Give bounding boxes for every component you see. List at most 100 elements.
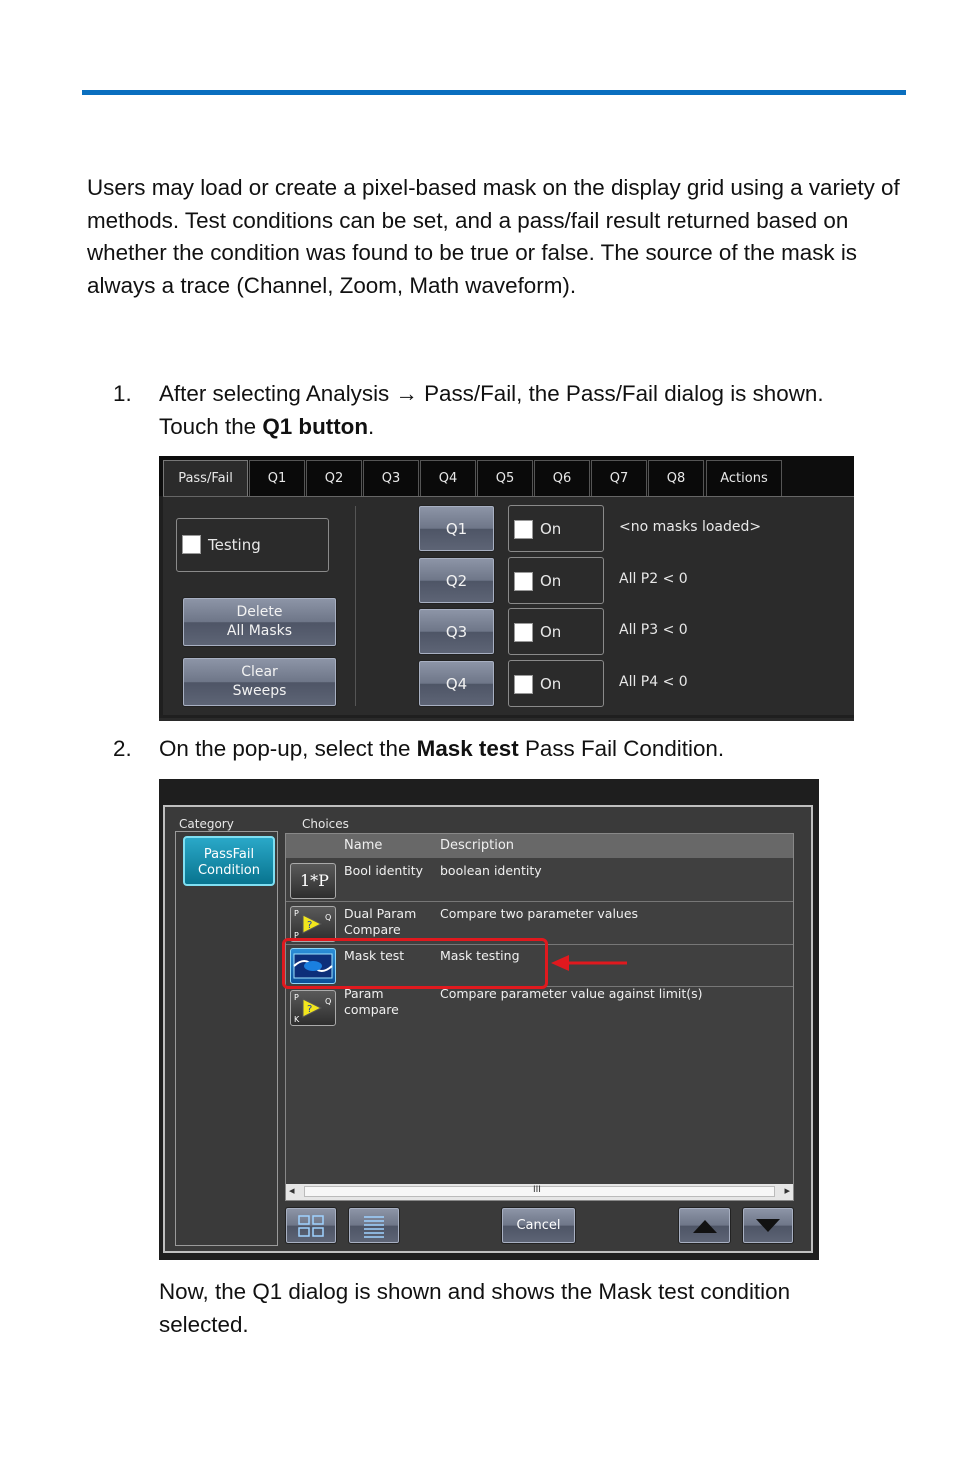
q3-on-label: On bbox=[540, 623, 562, 641]
step-text: After selecting Analysis → Pass/Fail, th… bbox=[159, 381, 824, 439]
tab-passfail[interactable]: Pass/Fail bbox=[163, 460, 248, 496]
step-text: On the pop-up, select the bbox=[159, 736, 417, 761]
scroll-down-button[interactable] bbox=[742, 1207, 794, 1244]
clear-sweeps-button[interactable]: Clear Sweeps bbox=[182, 657, 337, 707]
mask-test-highlight bbox=[282, 938, 548, 989]
scroll-right-icon[interactable]: ▸ bbox=[784, 1184, 790, 1197]
bool-identity-icon: 1*P bbox=[290, 863, 336, 899]
choice-row-bool-identity[interactable]: 1*P Bool identity boolean identity bbox=[286, 859, 793, 902]
choice-name-line: compare bbox=[344, 1002, 399, 1017]
category-label: Category bbox=[179, 817, 234, 831]
tab-bar: Pass/Fail Q1 Q2 Q3 Q4 Q5 Q6 Q7 Q8 Action… bbox=[159, 456, 854, 496]
choices-header: Name Description bbox=[286, 834, 793, 858]
choice-description: Compare two parameter values bbox=[440, 906, 639, 921]
q4-on-checkbox[interactable]: On bbox=[508, 660, 604, 707]
sweeps-label: Sweeps bbox=[232, 683, 287, 699]
param-compare-glyph: ? P K Q bbox=[294, 993, 331, 1024]
dual-param-icon: ? P P Q bbox=[290, 906, 336, 942]
q1-button[interactable]: Q1 bbox=[418, 505, 495, 552]
description-column-header: Description bbox=[440, 838, 515, 853]
choice-description: boolean identity bbox=[440, 863, 542, 878]
choice-name-line: Compare bbox=[344, 922, 401, 937]
red-arrow-icon bbox=[551, 955, 627, 971]
scroll-grip: III bbox=[533, 1185, 541, 1195]
tab-q8[interactable]: Q8 bbox=[648, 460, 704, 496]
bool-icon-text: 1*P bbox=[300, 871, 329, 890]
q4-on-box[interactable] bbox=[514, 675, 533, 694]
choices-list: Name Description 1*P Bool identity boole… bbox=[285, 833, 794, 1201]
passfail-dialog-screenshot: Pass/Fail Q1 Q2 Q3 Q4 Q5 Q6 Q7 Q8 Action… bbox=[159, 456, 854, 721]
q2-on-checkbox[interactable]: On bbox=[508, 557, 604, 604]
up-arrow-icon bbox=[692, 1219, 717, 1233]
step-1: 1. After selecting Analysis → Pass/Fail,… bbox=[113, 378, 913, 444]
tab-q1[interactable]: Q1 bbox=[249, 460, 305, 496]
grid-view-button[interactable] bbox=[285, 1207, 337, 1244]
tab-q5[interactable]: Q5 bbox=[477, 460, 533, 496]
category-line-2: Condition bbox=[197, 863, 261, 878]
svg-text:P: P bbox=[294, 993, 299, 1002]
tab-q6[interactable]: Q6 bbox=[534, 460, 590, 496]
condition-popup-screenshot: Category Choices PassFail Condition Name… bbox=[159, 779, 819, 1260]
list-view-button[interactable] bbox=[348, 1207, 400, 1244]
choice-name: Bool identity bbox=[344, 863, 423, 879]
testing-checkbox[interactable]: Testing bbox=[176, 518, 329, 572]
intro-paragraph: Users may load or create a pixel-based m… bbox=[87, 175, 900, 298]
svg-text:?: ? bbox=[307, 1004, 312, 1015]
choice-name: Param compare bbox=[344, 986, 399, 1018]
scroll-thumb[interactable]: III bbox=[304, 1185, 775, 1197]
q3-on-checkbox[interactable]: On bbox=[508, 608, 604, 655]
choice-name-line: Dual Param bbox=[344, 906, 417, 921]
q2-on-label: On bbox=[540, 572, 562, 590]
choice-name-line: Bool identity bbox=[344, 863, 424, 878]
category-column bbox=[175, 831, 278, 1246]
q4-button[interactable]: Q4 bbox=[418, 660, 495, 707]
grid-view-icon bbox=[298, 1214, 324, 1237]
scroll-up-button[interactable] bbox=[678, 1207, 731, 1244]
q2-on-box[interactable] bbox=[514, 572, 533, 591]
testing-label: Testing bbox=[208, 536, 261, 554]
q3-on-box[interactable] bbox=[514, 623, 533, 642]
q1-on-label: On bbox=[540, 520, 562, 538]
q2-description: All P2 < 0 bbox=[619, 571, 688, 587]
q1-on-box[interactable] bbox=[514, 520, 533, 539]
tab-q2[interactable]: Q2 bbox=[306, 460, 362, 496]
q3-button[interactable]: Q3 bbox=[418, 608, 495, 655]
dual-param-glyph: ? P P Q bbox=[294, 909, 331, 940]
step-2: 2. On the pop-up, select the Mask test P… bbox=[113, 733, 913, 767]
q2-button[interactable]: Q2 bbox=[418, 557, 495, 604]
step-number: 2. bbox=[113, 736, 132, 761]
q1-description: <no masks loaded> bbox=[619, 519, 762, 535]
tab-actions[interactable]: Actions bbox=[706, 460, 782, 496]
delete-label: Delete bbox=[236, 604, 283, 620]
horizontal-scrollbar[interactable]: ◂ III ▸ bbox=[286, 1184, 793, 1200]
choice-row-param-compare[interactable]: ? P K Q Param compare Compare parameter … bbox=[286, 986, 793, 1028]
svg-text:P: P bbox=[294, 909, 299, 918]
tab-q4[interactable]: Q4 bbox=[420, 460, 476, 496]
svg-text:Q: Q bbox=[325, 913, 331, 922]
q4-on-label: On bbox=[540, 675, 562, 693]
step-bold: Q1 button bbox=[262, 413, 369, 439]
step-text-end: . bbox=[368, 413, 375, 439]
closing-paragraph: Now, the Q1 dialog is shown and shows th… bbox=[159, 1279, 791, 1337]
step-bold: Mask test bbox=[416, 736, 519, 761]
testing-checkbox-box[interactable] bbox=[182, 535, 201, 554]
svg-text:Q: Q bbox=[325, 997, 331, 1006]
tab-q3[interactable]: Q3 bbox=[363, 460, 419, 496]
delete-all-masks-button[interactable]: Delete All Masks bbox=[182, 597, 337, 647]
all-masks-label: All Masks bbox=[226, 623, 293, 639]
tab-q7[interactable]: Q7 bbox=[591, 460, 647, 496]
scroll-left-icon[interactable]: ◂ bbox=[289, 1184, 295, 1197]
passfail-condition-button[interactable]: PassFail Condition bbox=[183, 836, 275, 886]
svg-text:K: K bbox=[294, 1015, 300, 1024]
choice-name: Dual Param Compare bbox=[344, 906, 416, 938]
cancel-button[interactable]: Cancel bbox=[501, 1207, 576, 1244]
q4-description: All P4 < 0 bbox=[619, 674, 688, 690]
svg-text:?: ? bbox=[307, 920, 312, 931]
header-rule bbox=[82, 90, 906, 95]
down-arrow-icon bbox=[756, 1218, 780, 1232]
q3-description: All P3 < 0 bbox=[619, 622, 688, 638]
q1-on-checkbox[interactable]: On bbox=[508, 505, 604, 552]
param-compare-icon: ? P K Q bbox=[290, 990, 336, 1026]
list-view-icon bbox=[364, 1215, 384, 1238]
name-column-header: Name bbox=[344, 838, 383, 853]
